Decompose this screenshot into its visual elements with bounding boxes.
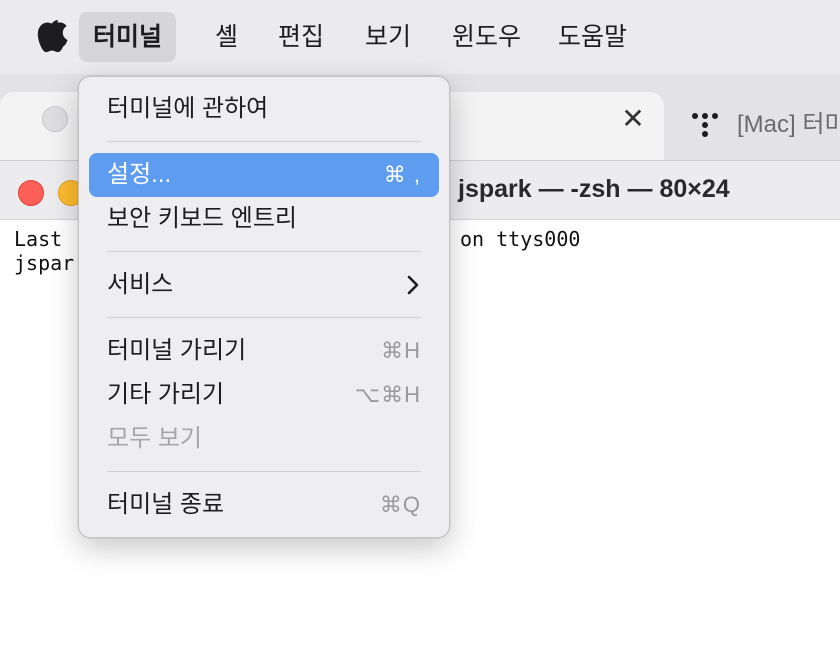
menu-item-label: 모두 보기 xyxy=(107,425,202,452)
menu-shell[interactable]: 셸 xyxy=(201,12,252,62)
menu-item-about[interactable]: 터미널에 관하여 xyxy=(89,87,439,131)
menu-separator xyxy=(107,317,421,318)
menu-item-quit-terminal[interactable]: 터미널 종료 ⌘Q xyxy=(89,483,439,527)
tab-status-dot xyxy=(42,106,68,132)
menu-item-settings[interactable]: 설정... ⌘ , xyxy=(89,153,439,197)
terminal-output-line: Last xyxy=(14,227,63,251)
window-title: jspark — -zsh — 80×24 xyxy=(458,175,730,203)
menu-window[interactable]: 윈도우 xyxy=(438,12,535,62)
apple-icon[interactable] xyxy=(36,20,68,54)
menu-item-label: 설정... xyxy=(107,161,172,188)
menu-bar: 터미널 셸 편집 보기 윈도우 도움말 xyxy=(0,0,840,74)
menu-separator xyxy=(107,471,421,472)
menu-view[interactable]: 보기 xyxy=(351,12,425,62)
terminal-output-line-right: on ttys000 xyxy=(460,227,581,251)
menu-item-label: 터미널 가리기 xyxy=(107,337,247,364)
menu-item-show-all: 모두 보기 xyxy=(89,417,439,461)
chevron-right-icon xyxy=(407,275,419,295)
menu-item-secure-keyboard[interactable]: 보안 키보드 엔트리 xyxy=(89,197,439,241)
terminal-prompt-line[interactable]: jspar xyxy=(14,251,74,275)
menu-item-shortcut: ⌘H xyxy=(381,338,421,363)
menu-item-shortcut: ⌘Q xyxy=(379,492,421,517)
menu-item-shortcut: ⌘ , xyxy=(383,162,421,187)
menu-terminal[interactable]: 터미널 xyxy=(79,12,177,62)
menu-item-shortcut: ⌥⌘H xyxy=(354,382,421,407)
menu-separator xyxy=(107,251,421,252)
menu-item-hide-others[interactable]: 기타 가리기 ⌥⌘H xyxy=(89,373,439,417)
terminal-dots-icon xyxy=(692,113,718,137)
menu-item-label: 기타 가리기 xyxy=(107,381,225,408)
menu-separator xyxy=(107,141,421,142)
menu-item-label: 서비스 xyxy=(107,271,174,298)
tab-other-title[interactable]: [Mac] 터미 xyxy=(737,110,840,140)
terminal-menu-dropdown: 터미널에 관하여 설정... ⌘ , 보안 키보드 엔트리 서비스 터미널 가리… xyxy=(78,76,450,538)
menu-edit[interactable]: 편집 xyxy=(264,12,338,62)
menu-item-label: 터미널 종료 xyxy=(107,491,225,518)
menu-item-label: 터미널에 관하여 xyxy=(107,95,269,122)
close-window-button[interactable] xyxy=(18,180,44,206)
menu-help[interactable]: 도움말 xyxy=(544,12,641,62)
menu-item-hide-terminal[interactable]: 터미널 가리기 ⌘H xyxy=(89,329,439,373)
menu-item-services[interactable]: 서비스 xyxy=(89,263,439,307)
tab-close-icon[interactable]: ✕ xyxy=(618,104,648,134)
menu-item-label: 보안 키보드 엔트리 xyxy=(107,205,297,232)
